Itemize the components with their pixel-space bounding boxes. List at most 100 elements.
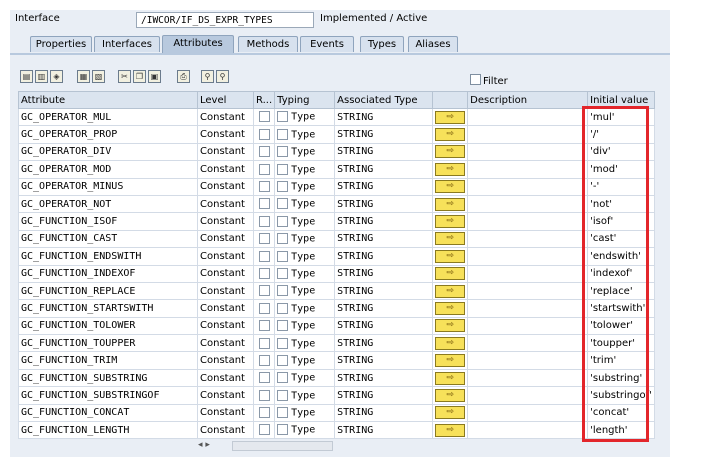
typing-checkbox[interactable]	[277, 320, 289, 332]
cell-description[interactable]	[467, 334, 589, 353]
table-row[interactable]: GC_OPERATOR_MOD Constant Type STRING ⇨'mod'	[18, 160, 655, 179]
navigate-arrow-icon[interactable]: ⇨	[435, 145, 466, 159]
select-all-icon[interactable]: ▤	[20, 70, 33, 83]
table-row[interactable]: GC_FUNCTION_REPLACE Constant Type STRING ⇨'r…	[18, 281, 655, 301]
navigate-arrow-icon[interactable]: ⇨	[435, 249, 466, 263]
table-row[interactable]: GC_FUNCTION_TOUPPER Constant Type STRING ⇨'t…	[18, 334, 655, 353]
cell-description[interactable]	[467, 421, 589, 440]
readonly-checkbox[interactable]	[258, 128, 270, 140]
readonly-checkbox[interactable]	[258, 320, 270, 332]
navigate-arrow-icon[interactable]: ⇨	[435, 354, 466, 368]
typing-checkbox[interactable]	[277, 407, 289, 419]
insert-row-icon[interactable]: ▦	[77, 70, 90, 83]
cell-attribute[interactable]: GC_FUNCTION_CAST	[18, 229, 198, 249]
table-row[interactable]: GC_FUNCTION_STARTSWITH Constant Type STRING…	[18, 299, 655, 318]
table-row[interactable]: GC_OPERATOR_MUL Constant Type STRING ⇨'mul'	[18, 107, 655, 127]
cell-attribute[interactable]: GC_FUNCTION_SUBSTRING	[18, 368, 198, 388]
typing-checkbox[interactable]	[277, 267, 289, 279]
cell-associated-type[interactable]: STRING	[334, 316, 434, 336]
horizontal-scrollbar[interactable]	[232, 441, 333, 451]
cell-description[interactable]	[467, 160, 589, 179]
typing-checkbox[interactable]	[277, 372, 289, 384]
cell-description[interactable]	[467, 264, 589, 283]
copy-icon[interactable]: ❐	[133, 70, 146, 83]
cell-associated-type[interactable]: STRING	[334, 177, 434, 196]
cell-description[interactable]	[467, 316, 589, 336]
navigate-arrow-icon[interactable]: ⇨	[435, 267, 466, 281]
cell-attribute[interactable]: GC_FUNCTION_ISOF	[18, 212, 198, 231]
readonly-checkbox[interactable]	[258, 163, 270, 175]
typing-checkbox[interactable]	[277, 285, 289, 297]
navigate-arrow-icon[interactable]: ⇨	[435, 423, 466, 437]
col-header-attribute[interactable]: Attribute	[18, 91, 198, 109]
cell-attribute[interactable]: GC_OPERATOR_MOD	[18, 160, 198, 179]
typing-checkbox[interactable]	[277, 198, 289, 210]
readonly-checkbox[interactable]	[258, 372, 270, 384]
cell-description[interactable]	[467, 107, 589, 127]
tab-methods[interactable]: Methods	[238, 36, 298, 52]
cell-associated-type[interactable]: STRING	[334, 421, 434, 440]
print-icon[interactable]: ⎙	[177, 70, 190, 83]
cell-description[interactable]	[467, 386, 589, 405]
cell-associated-type[interactable]: STRING	[334, 160, 434, 179]
readonly-checkbox[interactable]	[258, 233, 270, 245]
typing-checkbox[interactable]	[277, 233, 289, 245]
cell-associated-type[interactable]: STRING	[334, 334, 434, 353]
cell-attribute[interactable]: GC_OPERATOR_DIV	[18, 142, 198, 162]
cell-attribute[interactable]: GC_OPERATOR_MUL	[18, 107, 198, 127]
tab-interfaces[interactable]: Interfaces	[94, 36, 160, 52]
cell-description[interactable]	[467, 403, 589, 423]
cell-associated-type[interactable]: STRING	[334, 229, 434, 249]
cut-icon[interactable]: ✂	[118, 70, 131, 83]
cell-description[interactable]	[467, 368, 589, 388]
readonly-checkbox[interactable]	[258, 181, 270, 192]
cell-associated-type[interactable]: STRING	[334, 299, 434, 318]
cell-associated-type[interactable]: STRING	[334, 403, 434, 423]
cell-associated-type[interactable]: STRING	[334, 194, 434, 214]
readonly-checkbox[interactable]	[258, 198, 270, 210]
cell-associated-type[interactable]: STRING	[334, 281, 434, 301]
col-header-readonly[interactable]: R...	[252, 91, 276, 109]
table-row[interactable]: GC_FUNCTION_CAST Constant Type STRING ⇨'cast…	[18, 229, 655, 249]
typing-checkbox[interactable]	[277, 337, 289, 349]
navigate-arrow-icon[interactable]: ⇨	[435, 162, 466, 176]
typing-checkbox[interactable]	[277, 163, 289, 175]
cell-attribute[interactable]: GC_FUNCTION_REPLACE	[18, 281, 198, 301]
cell-associated-type[interactable]: STRING	[334, 107, 434, 127]
readonly-checkbox[interactable]	[258, 111, 270, 123]
scroll-arrows[interactable]: ◂ ▸	[198, 440, 210, 450]
readonly-checkbox[interactable]	[258, 389, 270, 401]
table-row[interactable]: GC_FUNCTION_CONCAT Constant Type STRING ⇨'co…	[18, 403, 655, 423]
cell-attribute[interactable]: GC_FUNCTION_TOLOWER	[18, 316, 198, 336]
cell-attribute[interactable]: GC_FUNCTION_TRIM	[18, 351, 198, 370]
interface-name-field[interactable]: /IWCOR/IF_DS_EXPR_TYPES	[136, 12, 314, 28]
cell-associated-type[interactable]: STRING	[334, 212, 434, 231]
cell-description[interactable]	[467, 299, 589, 318]
cell-associated-type[interactable]: STRING	[334, 247, 434, 266]
cell-description[interactable]	[467, 212, 589, 231]
table-row[interactable]: GC_OPERATOR_MINUS Constant Type STRING ⇨ '-'	[18, 177, 655, 196]
delete-row-icon[interactable]: ▧	[92, 70, 105, 83]
typing-checkbox[interactable]	[277, 146, 289, 158]
navigate-arrow-icon[interactable]: ⇨	[435, 371, 466, 385]
cell-attribute[interactable]: GC_OPERATOR_MINUS	[18, 177, 198, 196]
cell-attribute[interactable]: GC_FUNCTION_SUBSTRINGOF	[18, 386, 198, 405]
cell-description[interactable]	[467, 247, 589, 266]
readonly-checkbox[interactable]	[258, 285, 270, 297]
readonly-checkbox[interactable]	[258, 215, 270, 227]
table-row[interactable]: GC_FUNCTION_TRIM Constant Type STRING ⇨'trim…	[18, 351, 655, 370]
cell-description[interactable]	[467, 351, 589, 370]
col-header-typing[interactable]: Typing	[274, 91, 336, 109]
cell-attribute[interactable]: GC_OPERATOR_PROP	[18, 125, 198, 144]
tab-types[interactable]: Types	[360, 36, 404, 52]
readonly-checkbox[interactable]	[258, 337, 270, 349]
navigate-arrow-icon[interactable]: ⇨	[435, 406, 466, 420]
table-row[interactable]: GC_FUNCTION_SUBSTRING Constant Type STRING ⇨…	[18, 368, 655, 388]
cell-description[interactable]	[467, 281, 589, 301]
cell-associated-type[interactable]: STRING	[334, 386, 434, 405]
typing-checkbox[interactable]	[277, 354, 289, 366]
typing-checkbox[interactable]	[277, 250, 289, 262]
navigate-arrow-icon[interactable]: ⇨	[435, 301, 466, 315]
navigate-arrow-icon[interactable]: ⇨	[435, 197, 466, 211]
table-row[interactable]: GC_FUNCTION_TOLOWER Constant Type STRING ⇨'t…	[18, 316, 655, 336]
